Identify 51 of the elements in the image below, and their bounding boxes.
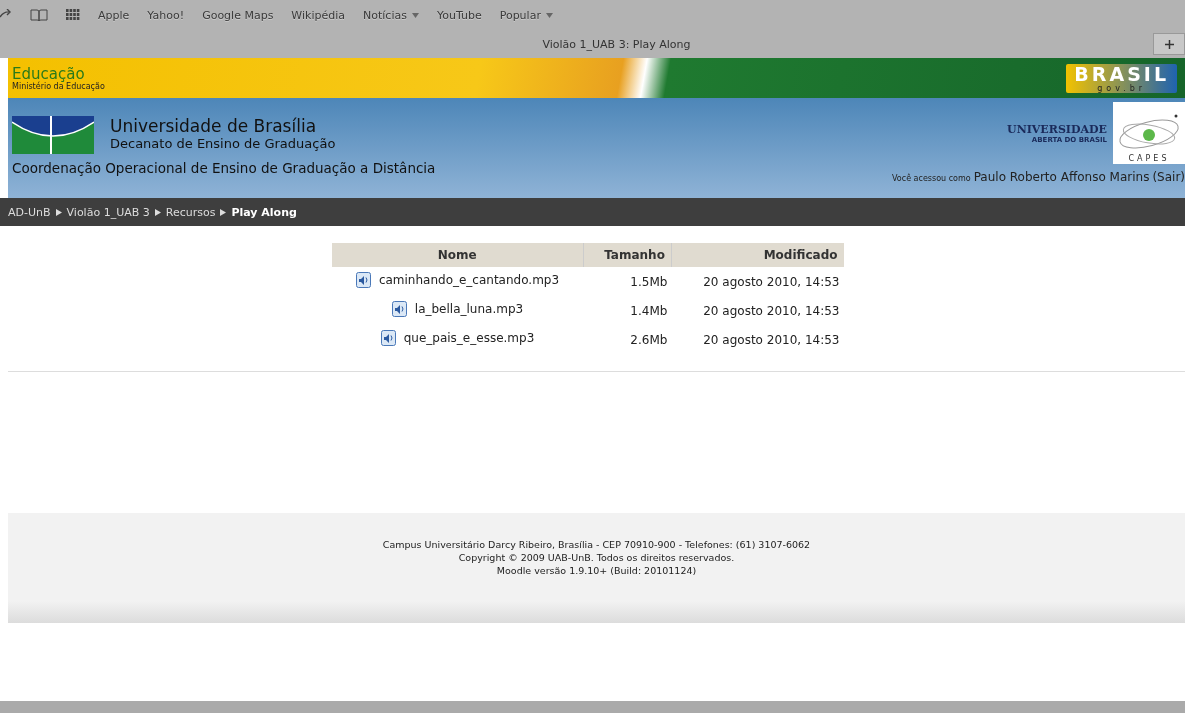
banner-subtitle: Ministério da Educação bbox=[12, 81, 105, 91]
window-title: Violão 1_UAB 3: Play Along bbox=[541, 37, 692, 51]
breadcrumb-link[interactable]: Violão 1_UAB 3 bbox=[66, 205, 150, 219]
audio-file-icon bbox=[391, 301, 407, 317]
breadcrumb-separator-icon bbox=[154, 208, 161, 216]
dropdown-caret-icon bbox=[411, 12, 419, 18]
table-cell: 20 agosto 2010, 14:53 bbox=[671, 267, 844, 296]
dean-office-name: Decanato de Ensino de Graduação bbox=[110, 136, 336, 151]
breadcrumb-link[interactable]: Recursos bbox=[165, 205, 216, 219]
breadcrumb-link[interactable]: AD-UnB bbox=[8, 205, 51, 219]
bookmark-link[interactable]: YouTube bbox=[436, 8, 482, 22]
breadcrumb-link[interactable]: Play Along bbox=[231, 205, 297, 219]
logout-link[interactable]: (Sair) bbox=[1152, 170, 1185, 184]
new-tab-button[interactable] bbox=[1153, 33, 1185, 55]
plus-icon bbox=[1164, 39, 1174, 49]
book-icon[interactable] bbox=[30, 8, 48, 22]
table-cell-text: 20 agosto 2010, 14:53 bbox=[702, 331, 841, 349]
university-name: Universidade de Brasília bbox=[110, 116, 318, 136]
footer-text: Copyright © 2009 UAB-UnB. Todos os direitos reservados. bbox=[458, 552, 735, 563]
audio-file-icon bbox=[355, 272, 371, 288]
table-cell-text: 1.4Mb bbox=[629, 302, 669, 320]
bookmark-link[interactable]: Wikipédia bbox=[291, 8, 345, 22]
file-link[interactable]: que_pais_e_esse.mp3 bbox=[380, 330, 535, 346]
file-link[interactable]: caminhando_e_cantando.mp3 bbox=[355, 272, 560, 288]
bookmark-link[interactable]: Notícias bbox=[363, 8, 419, 22]
bookmark-link[interactable]: Google Maps bbox=[202, 8, 274, 22]
bookmark-link[interactable]: Apple bbox=[98, 8, 130, 22]
banner-title: Educação bbox=[12, 65, 85, 82]
login-label: Você acessou como bbox=[892, 174, 971, 183]
table-cell-text: 20 agosto 2010, 14:53 bbox=[702, 302, 841, 320]
bookmark-link[interactable]: Yahoo! bbox=[147, 8, 185, 22]
footer-text: Moodle versão 1.9.10+ (Build: 20101124) bbox=[496, 565, 697, 576]
file-link[interactable]: la_bella_luna.mp3 bbox=[391, 301, 524, 317]
brasil-logo[interactable]: BRASIL gov.br bbox=[1066, 63, 1177, 93]
column-header: Modificado bbox=[671, 243, 844, 267]
breadcrumb-separator-icon bbox=[220, 208, 227, 216]
breadcrumb-separator-icon bbox=[55, 208, 62, 216]
audio-file-icon bbox=[380, 330, 396, 346]
user-link[interactable]: Paulo Roberto Affonso Marins bbox=[973, 170, 1150, 184]
uab-title: UNIVERSIDADE bbox=[1007, 122, 1107, 136]
column-header: Tamanho bbox=[583, 243, 672, 267]
table-cell: 1.5Mb bbox=[583, 267, 672, 296]
grid-icon[interactable] bbox=[66, 9, 80, 21]
footer-text: Campus Universitário Darcy Ribeiro, Brasília - CEP 70910-900 - Telefones: (61) 3107-6062 bbox=[382, 539, 811, 550]
capes-logo: CAPES bbox=[1113, 102, 1185, 164]
bookmark-link[interactable]: Popular bbox=[499, 8, 553, 22]
coordination-name: Coordenação Operacional de Ensino de Graduação a Distância bbox=[12, 160, 436, 176]
column-header: Nome bbox=[331, 243, 584, 267]
dropdown-caret-icon bbox=[545, 12, 553, 18]
university-logo-icon bbox=[12, 116, 94, 154]
table-cell-text: 2.6Mb bbox=[629, 331, 669, 349]
